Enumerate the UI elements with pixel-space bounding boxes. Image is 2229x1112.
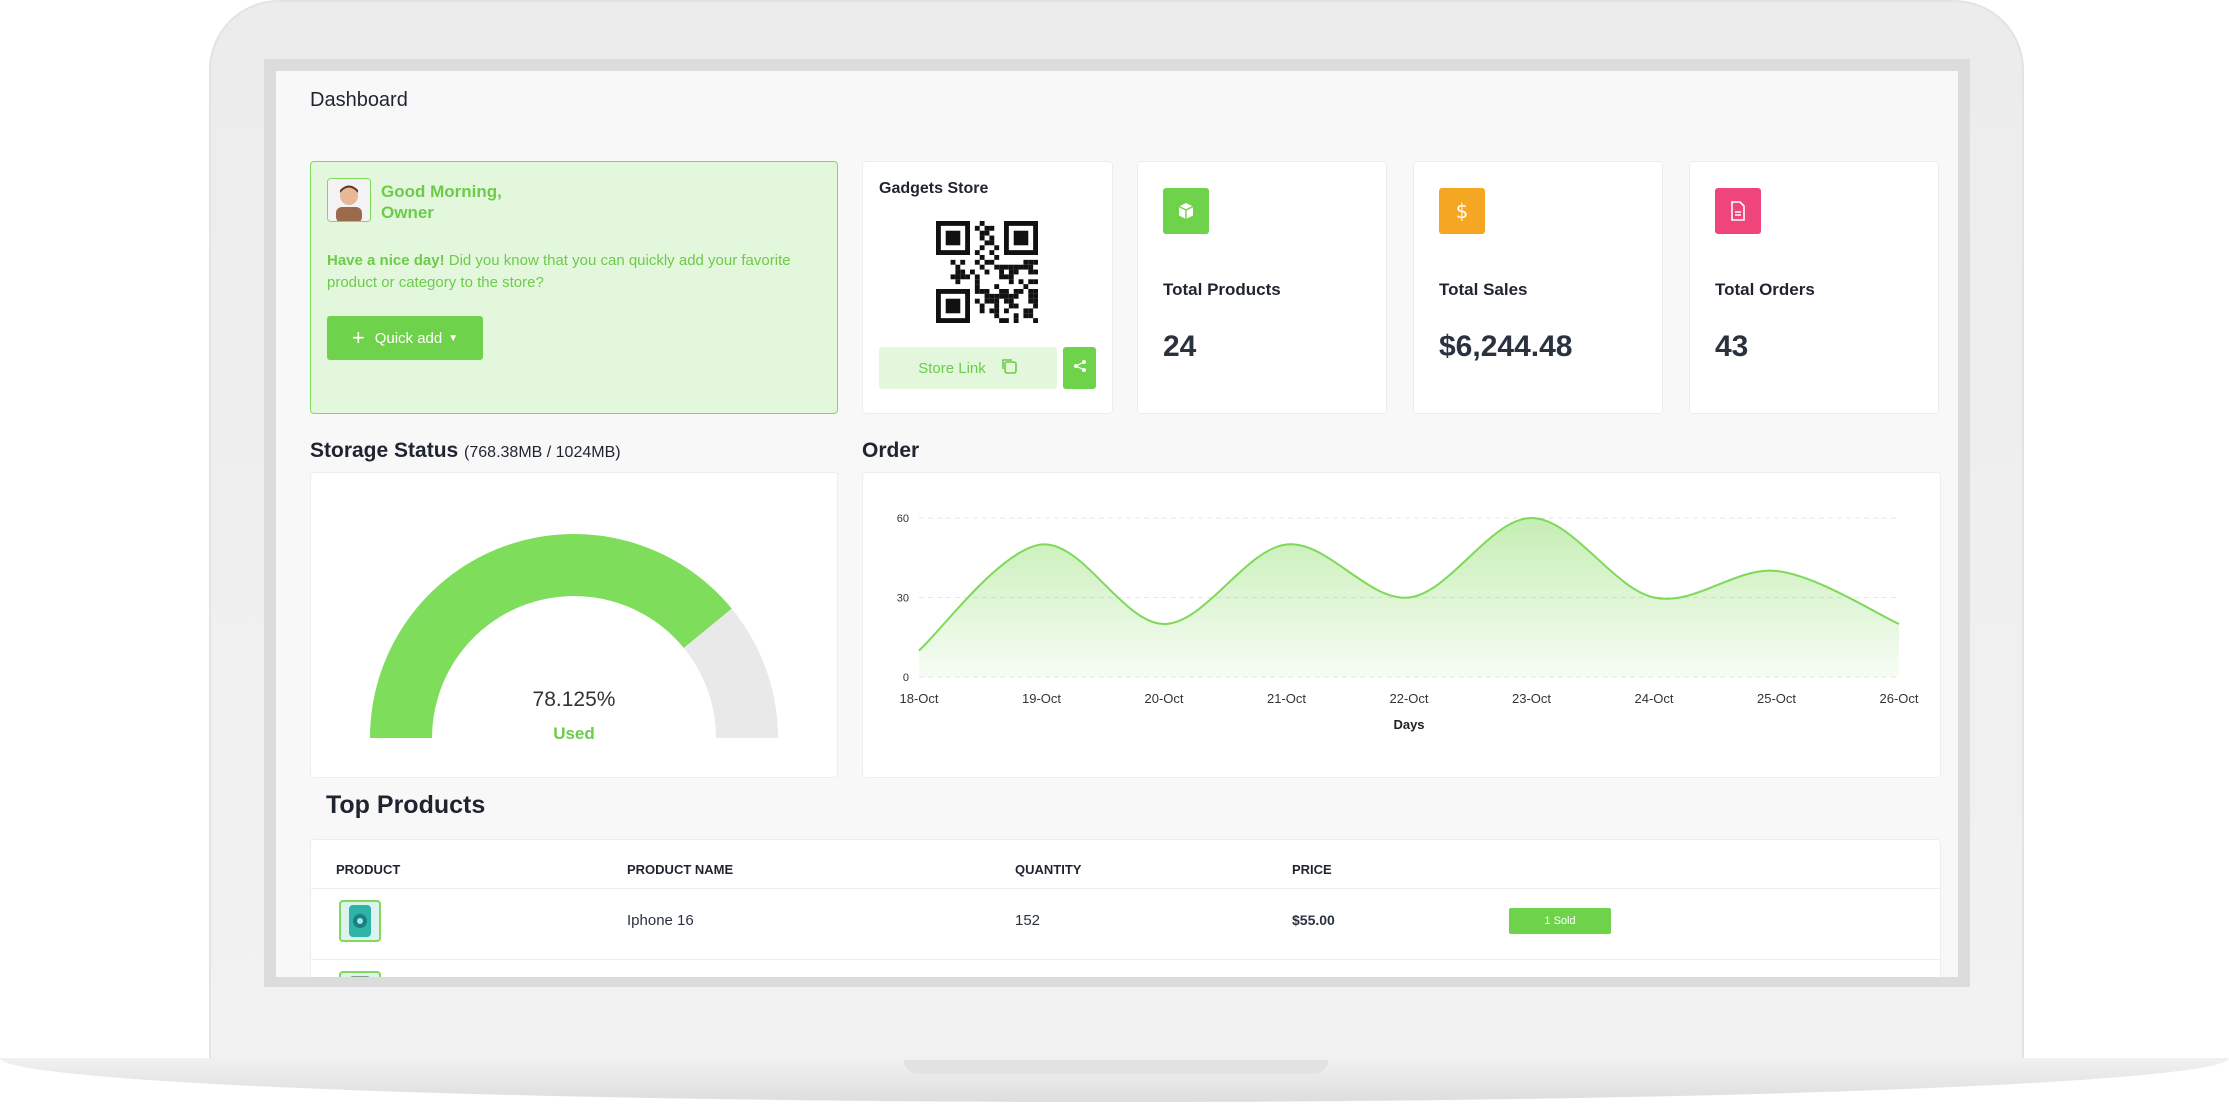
- product-quantity: 152: [1015, 912, 1041, 929]
- x-tick-label: 20-Oct: [1144, 691, 1183, 706]
- gauge-percent: 78.125%: [533, 688, 616, 711]
- storage-gauge: 78.125% Used: [370, 534, 778, 743]
- avatar: [327, 178, 371, 222]
- stat-card-total-orders: Total Orders 43: [1689, 161, 1939, 414]
- stat-value: 43: [1715, 330, 1749, 363]
- dashboard-screen: Dashboard Good Morning, Owner Have a nic…: [276, 71, 1958, 977]
- order-chart-card: 0 30 60 18-Oct 19-Oct 20-Oct 21-Oct 22-Oct 23-Oc…: [862, 472, 1941, 778]
- order-chart: 0 30 60 18-Oct 19-Oct 20-Oct 21-Oct 22-Oct 23-Oc…: [897, 513, 1919, 732]
- stat-value: $6,244.48: [1439, 330, 1573, 363]
- welcome-card: Good Morning, Owner Have a nice day! Did…: [310, 161, 838, 414]
- storage-title: Storage Status (768.38MB / 1024MB): [310, 439, 621, 463]
- x-tick-label: 22-Oct: [1389, 691, 1428, 706]
- plus-icon: +: [351, 325, 365, 350]
- store-link-label: Store Link: [918, 359, 986, 377]
- top-products-title: Top Products: [326, 791, 486, 819]
- laptop-notch: [904, 1060, 1328, 1074]
- stat-card-total-sales: $ Total Sales $6,244.48: [1413, 161, 1663, 414]
- stat-card-total-products: Total Products 24: [1137, 161, 1387, 414]
- stat-label: Total Sales: [1439, 280, 1528, 299]
- column-header-quantity: QUANTITY: [1015, 862, 1082, 877]
- top-products-table: PRODUCT PRODUCT NAME QUANTITY PRICE Ipho…: [310, 839, 1941, 977]
- row-divider: [311, 959, 1940, 960]
- qr-code: [936, 221, 1038, 323]
- greeting: Good Morning, Owner: [381, 181, 581, 223]
- y-tick-label: 30: [897, 593, 909, 605]
- column-header-product-name: PRODUCT NAME: [627, 862, 734, 877]
- product-price: $55.00: [1292, 912, 1335, 928]
- copy-icon: [1000, 357, 1018, 379]
- share-icon: [1073, 359, 1087, 378]
- greeting-text: Good Morning,: [381, 182, 502, 201]
- welcome-tip-bold: Have a nice day!: [327, 252, 445, 269]
- store-card: Gadgets Store Store Link: [862, 161, 1113, 414]
- box-icon: [1163, 188, 1209, 234]
- quick-add-button[interactable]: + Quick add ▼: [327, 316, 483, 360]
- welcome-tip: Have a nice day! Did you know that you c…: [327, 250, 827, 294]
- storage-card: 78.125% Used: [310, 472, 838, 778]
- gauge-used-label: Used: [553, 724, 595, 743]
- store-link-button[interactable]: Store Link: [879, 347, 1057, 389]
- column-header-price: PRICE: [1292, 862, 1332, 877]
- row-divider: [311, 888, 1940, 889]
- stat-value: 24: [1163, 330, 1197, 363]
- product-name: Iphone 16: [627, 912, 694, 929]
- x-tick-label: 24-Oct: [1634, 691, 1673, 706]
- x-tick-label: 25-Oct: [1757, 691, 1796, 706]
- page-title: Dashboard: [310, 89, 408, 111]
- x-tick-label: 18-Oct: [899, 691, 938, 706]
- store-name: Gadgets Store: [879, 180, 989, 197]
- storage-detail: (768.38MB / 1024MB): [464, 444, 621, 461]
- x-tick-label: 26-Oct: [1879, 691, 1918, 706]
- product-thumbnail[interactable]: [339, 971, 381, 977]
- x-tick-label: 23-Oct: [1512, 691, 1551, 706]
- quick-add-label: Quick add: [374, 329, 443, 347]
- share-button[interactable]: [1063, 347, 1096, 389]
- x-tick-label: 19-Oct: [1022, 691, 1061, 706]
- sold-badge: 1 Sold: [1509, 908, 1611, 934]
- document-icon: [1715, 188, 1761, 234]
- y-tick-label: 60: [897, 513, 909, 525]
- stat-label: Total Products: [1163, 280, 1281, 299]
- product-thumbnail[interactable]: [339, 900, 381, 942]
- y-tick-label: 0: [903, 672, 909, 684]
- storage-title-text: Storage Status: [310, 439, 459, 462]
- x-tick-label: 21-Oct: [1267, 691, 1306, 706]
- owner-name: Owner: [381, 203, 434, 222]
- x-axis-label: Days: [1393, 717, 1424, 732]
- dollar-icon: $: [1439, 188, 1485, 234]
- column-header-product: PRODUCT: [336, 862, 401, 877]
- order-title: Order: [862, 439, 920, 462]
- stat-label: Total Orders: [1715, 280, 1815, 299]
- chevron-down-icon: ▼: [448, 332, 459, 344]
- gauge-used-arc: [370, 534, 732, 739]
